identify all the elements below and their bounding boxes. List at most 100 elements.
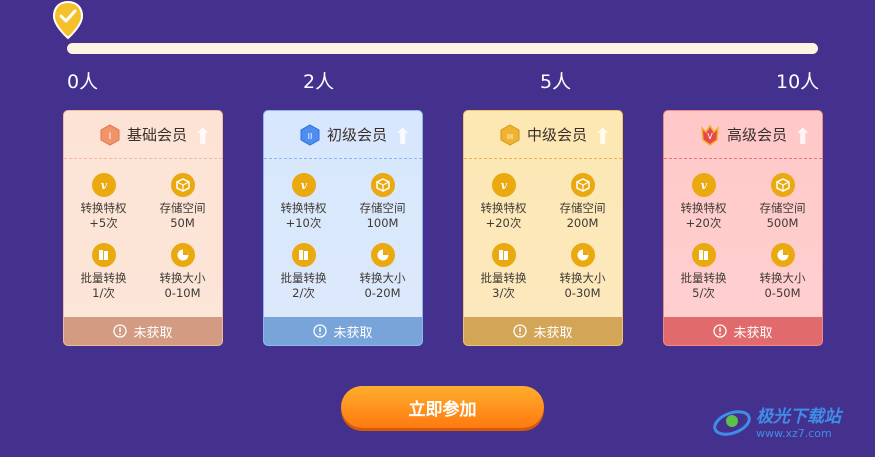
feature-value: +20次 <box>485 216 522 230</box>
feature-title: 转换特权 <box>80 201 127 215</box>
tier-status: 未获取 <box>664 317 822 345</box>
batch-file-icon <box>691 243 716 267</box>
progress-tick-0: 0人 <box>67 71 99 93</box>
feature-value: +5次 <box>89 216 118 230</box>
tier-name: 基础会员 <box>126 126 187 144</box>
feature-title: 转换大小 <box>759 271 806 285</box>
v-icon: v <box>691 173 716 197</box>
feature-value: +20次 <box>685 216 722 230</box>
feature-batch-convert: 批量转换 3/次 <box>464 243 543 313</box>
up-arrow-icon: ⬆ <box>393 125 412 150</box>
feature-value: 0-50M <box>764 286 801 300</box>
feature-convert-privilege: v 转换特权 +20次 <box>464 173 543 243</box>
tier-card-junior: II 初级会员 ⬆ v 转换特权 +10次 存储空间 100M 批量转换 2/次… <box>263 110 423 346</box>
exclamation-circle-icon <box>713 324 728 338</box>
feature-convert-size: 转换大小 0-30M <box>543 243 622 313</box>
storage-box-icon <box>170 173 195 197</box>
feature-title: 转换大小 <box>159 271 206 285</box>
progress-track <box>67 43 818 54</box>
tier-badge-icon: II <box>300 123 320 146</box>
tier-name: 高级会员 <box>726 126 787 144</box>
tier-status: 未获取 <box>64 317 222 345</box>
feature-title: 批量转换 <box>480 271 527 285</box>
feature-convert-size: 转换大小 0-20M <box>343 243 422 313</box>
pie-size-icon <box>370 243 395 267</box>
feature-value: 0-30M <box>564 286 601 300</box>
v-icon: v <box>491 173 516 197</box>
feature-value: 50M <box>170 216 195 230</box>
feature-batch-convert: 批量转换 2/次 <box>264 243 343 313</box>
up-arrow-icon: ⬆ <box>593 125 612 150</box>
tier-card-basic: I 基础会员 ⬆ v 转换特权 +5次 存储空间 50M 批量转换 1/次 转换… <box>63 110 223 346</box>
batch-file-icon <box>91 243 116 267</box>
check-pin-icon <box>52 0 84 40</box>
pie-size-icon <box>770 243 795 267</box>
feature-title: 存储空间 <box>359 201 406 215</box>
join-now-button[interactable]: 立即参加 <box>341 386 544 428</box>
svg-text:II: II <box>308 132 313 141</box>
storage-box-icon <box>570 173 595 197</box>
progress-tick-10: 10人 <box>776 71 820 93</box>
storage-box-icon <box>770 173 795 197</box>
tier-card-intermediate: III 中级会员 ⬆ v 转换特权 +20次 存储空间 200M 批量转换 3/… <box>463 110 623 346</box>
svg-text:v: v <box>300 179 307 192</box>
pie-size-icon <box>570 243 595 267</box>
tier-badge-icon: I <box>100 123 120 146</box>
feature-title: 转换大小 <box>359 271 406 285</box>
storage-box-icon <box>370 173 395 197</box>
feature-value: 5/次 <box>692 286 715 300</box>
feature-title: 存储空间 <box>759 201 806 215</box>
svg-text:V: V <box>707 132 713 141</box>
feature-value: 2/次 <box>292 286 315 300</box>
feature-title: 转换特权 <box>480 201 527 215</box>
feature-convert-privilege: v 转换特权 +20次 <box>664 173 743 243</box>
svg-text:III: III <box>507 133 513 141</box>
feature-convert-size: 转换大小 0-10M <box>143 243 222 313</box>
tier-card-header: V 高级会员 ⬆ <box>664 111 822 159</box>
feature-title: 批量转换 <box>80 271 127 285</box>
feature-convert-privilege: v 转换特权 +10次 <box>264 173 343 243</box>
tier-card-senior: V 高级会员 ⬆ v 转换特权 +20次 存储空间 500M 批量转换 5/次 … <box>663 110 823 346</box>
feature-convert-size: 转换大小 0-50M <box>743 243 822 313</box>
progress-tick-2: 2人 <box>303 71 335 93</box>
feature-storage: 存储空间 100M <box>343 173 422 243</box>
up-arrow-icon: ⬆ <box>193 125 212 150</box>
exclamation-circle-icon <box>113 324 128 338</box>
tier-card-header: I 基础会员 ⬆ <box>64 111 222 159</box>
aurora-logo-icon <box>713 410 751 436</box>
batch-file-icon <box>291 243 316 267</box>
tier-card-header: III 中级会员 ⬆ <box>464 111 622 159</box>
pie-size-icon <box>170 243 195 267</box>
tier-status-label: 未获取 <box>133 325 173 341</box>
feature-batch-convert: 批量转换 1/次 <box>64 243 143 313</box>
up-arrow-icon: ⬆ <box>793 125 812 150</box>
feature-title: 转换特权 <box>680 201 727 215</box>
svg-text:v: v <box>700 179 707 192</box>
tier-status: 未获取 <box>264 317 422 345</box>
feature-storage: 存储空间 50M <box>143 173 222 243</box>
batch-file-icon <box>491 243 516 267</box>
feature-title: 转换特权 <box>280 201 327 215</box>
v-icon: v <box>291 173 316 197</box>
svg-text:v: v <box>100 179 107 192</box>
tier-badge-icon: V <box>701 124 719 146</box>
tier-badge-icon: III <box>500 123 520 146</box>
tier-status: 未获取 <box>464 317 622 345</box>
feature-value: +10次 <box>285 216 322 230</box>
tier-status-label: 未获取 <box>733 325 773 341</box>
feature-value: 100M <box>366 216 399 230</box>
feature-storage: 存储空间 500M <box>743 173 822 243</box>
watermark-logo: 极光下载站 www.xz7.com <box>712 402 841 440</box>
tier-status-label: 未获取 <box>333 325 373 341</box>
feature-title: 存储空间 <box>159 201 206 215</box>
feature-value: 0-10M <box>164 286 201 300</box>
watermark-url: www.xz7.com <box>756 427 832 440</box>
feature-batch-convert: 批量转换 5/次 <box>664 243 743 313</box>
exclamation-circle-icon <box>313 324 328 338</box>
svg-text:v: v <box>500 179 507 192</box>
feature-title: 批量转换 <box>680 271 727 285</box>
feature-convert-privilege: v 转换特权 +5次 <box>64 173 143 243</box>
tier-name: 中级会员 <box>526 126 587 144</box>
feature-value: 200M <box>566 216 599 230</box>
svg-text:I: I <box>109 132 112 142</box>
